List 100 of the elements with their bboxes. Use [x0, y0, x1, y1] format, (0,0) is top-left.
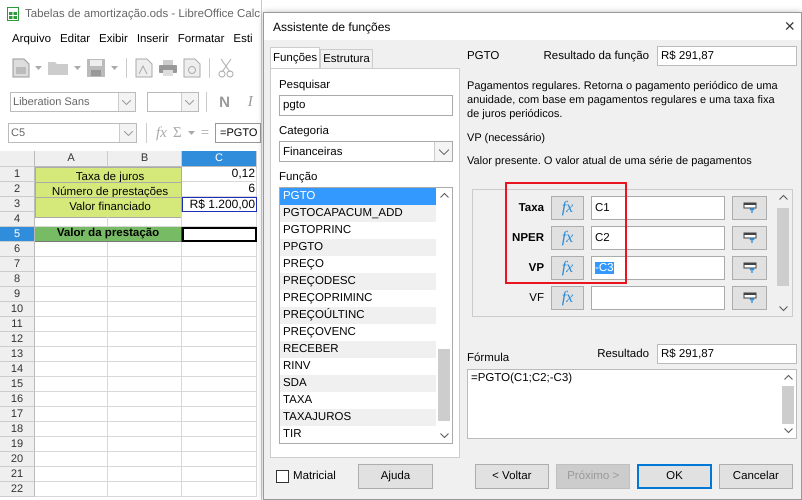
- print-preview-icon[interactable]: [183, 58, 201, 78]
- row-header[interactable]: 15: [0, 377, 35, 392]
- list-item[interactable]: PREÇO: [280, 256, 436, 273]
- menu-item[interactable]: Exibir: [99, 33, 128, 45]
- row-header[interactable]: 5: [0, 227, 35, 242]
- row-header[interactable]: 13: [0, 347, 35, 362]
- row-header[interactable]: 1: [0, 167, 35, 182]
- row-header[interactable]: 7: [0, 257, 35, 272]
- list-item[interactable]: PREÇOÚLTINC: [280, 307, 436, 324]
- list-item[interactable]: RINV: [280, 358, 436, 375]
- field-label: Função: [279, 170, 318, 185]
- shrink-button[interactable]: [732, 196, 767, 220]
- table-cell: Valor financiado: [35, 197, 182, 218]
- menu-item[interactable]: Formatar: [178, 33, 224, 45]
- list-item[interactable]: PREÇODESC: [280, 273, 436, 290]
- list-item[interactable]: PGTOPRINC: [280, 222, 436, 239]
- row-header[interactable]: 10: [0, 302, 35, 317]
- shrink-icon: [742, 262, 756, 274]
- list-item[interactable]: RECEBER: [280, 341, 436, 358]
- font-name-box[interactable]: Liberation Sans: [10, 92, 136, 112]
- window-title: Tabelas de amortização.ods - LibreOffice Calc: [25, 8, 260, 20]
- list-item[interactable]: TAXAJUROS: [280, 409, 436, 426]
- row-header[interactable]: 22: [0, 482, 35, 497]
- argument-label: Taxa: [518, 202, 544, 214]
- list-item[interactable]: TAXA: [280, 392, 436, 409]
- corner-header[interactable]: [0, 151, 35, 167]
- chevron-icon: [124, 130, 132, 136]
- column-header[interactable]: A: [35, 151, 108, 167]
- row-header[interactable]: 4: [0, 212, 35, 227]
- row-header[interactable]: 12: [0, 332, 35, 347]
- chevron-icon: [185, 100, 194, 104]
- column-header[interactable]: B: [108, 151, 182, 167]
- table-cell: Valor da prestação: [35, 227, 182, 242]
- row-header[interactable]: 2: [0, 182, 35, 197]
- dialog-button[interactable]: OK: [637, 464, 712, 488]
- row-header[interactable]: 21: [0, 467, 35, 482]
- row-header[interactable]: 16: [0, 392, 35, 407]
- caret-icon[interactable]: [74, 66, 81, 70]
- row-header[interactable]: 8: [0, 272, 35, 287]
- argument-label: VP: [528, 262, 544, 274]
- row-header[interactable]: 3: [0, 197, 35, 212]
- pdf-export-icon[interactable]: [135, 58, 153, 78]
- list-item[interactable]: SDA: [280, 375, 436, 392]
- row-header[interactable]: 17: [0, 407, 35, 422]
- menu-item[interactable]: Esti: [233, 33, 253, 45]
- shrink-button[interactable]: [732, 256, 767, 280]
- dialog-title: Assistente de funções: [273, 20, 390, 34]
- menu-item[interactable]: Inserir: [136, 33, 169, 45]
- field-label: Pesquisar: [279, 78, 332, 93]
- row-header[interactable]: 20: [0, 452, 35, 467]
- search-field[interactable]: pgto: [279, 95, 453, 116]
- argument-field[interactable]: [591, 286, 725, 310]
- new-document-icon[interactable]: [12, 58, 30, 78]
- row-header[interactable]: 9: [0, 287, 35, 302]
- result-field: R$ 291,87: [657, 46, 797, 66]
- argument-description: Valor presente. O valor atual de uma série de pagamentos: [467, 155, 753, 167]
- matricial-checkbox[interactable]: Matricial: [276, 470, 352, 482]
- row-header[interactable]: 19: [0, 437, 35, 452]
- dialog-button[interactable]: < Voltar: [474, 464, 549, 488]
- tab[interactable]: Estrutura: [320, 49, 373, 68]
- list-item[interactable]: TIR: [280, 426, 436, 443]
- print-icon[interactable]: [158, 59, 178, 77]
- row-header[interactable]: 6: [0, 242, 35, 257]
- active-cell[interactable]: [182, 227, 257, 242]
- category-dropdown[interactable]: Financeiras: [279, 141, 453, 162]
- folder-icon[interactable]: [47, 60, 69, 76]
- column-header[interactable]: C: [182, 151, 257, 167]
- list-item[interactable]: PREÇOPRIMINC: [280, 290, 436, 307]
- list-item[interactable]: PREÇOVENC: [280, 324, 436, 341]
- caret-icon[interactable]: [35, 66, 42, 70]
- scissors-icon[interactable]: [218, 58, 234, 78]
- row-header[interactable]: 14: [0, 362, 35, 377]
- formula-field[interactable]: =PGTO(C1;C2;-C3): [467, 369, 797, 439]
- list-item[interactable]: PGTOCAPACUM_ADD: [280, 205, 436, 222]
- formula-input[interactable]: =PGTO: [215, 123, 261, 143]
- close-button[interactable]: ×: [784, 16, 795, 37]
- name-box[interactable]: C5: [8, 123, 137, 143]
- chevron-icon: [438, 148, 448, 154]
- menu-item[interactable]: Arquivo: [12, 33, 51, 45]
- scroll-thumb[interactable]: [438, 349, 450, 421]
- scroll-thumb[interactable]: [782, 386, 794, 424]
- scroll-thumb[interactable]: [777, 208, 789, 286]
- row-header[interactable]: 11: [0, 317, 35, 332]
- list-item[interactable]: PPGTO: [280, 239, 436, 256]
- dialog-button[interactable]: Ajuda: [358, 464, 433, 488]
- argument-field[interactable]: C2: [591, 226, 725, 250]
- field-label: Categoria: [279, 124, 330, 139]
- caret-icon[interactable]: [188, 130, 195, 136]
- argument-field[interactable]: C1: [591, 196, 725, 220]
- shrink-button[interactable]: [732, 286, 767, 310]
- argument-label: VF: [528, 292, 544, 304]
- caret-icon[interactable]: [111, 66, 118, 70]
- dialog-button[interactable]: Cancelar: [718, 464, 793, 488]
- result-field: R$ 291,87: [657, 344, 797, 364]
- save-icon[interactable]: [86, 58, 106, 78]
- font-size-box[interactable]: [146, 92, 199, 112]
- shrink-button[interactable]: [732, 226, 767, 250]
- tab[interactable]: Funções: [270, 47, 320, 68]
- row-header[interactable]: 18: [0, 422, 35, 437]
- menu-item[interactable]: Editar: [60, 33, 90, 45]
